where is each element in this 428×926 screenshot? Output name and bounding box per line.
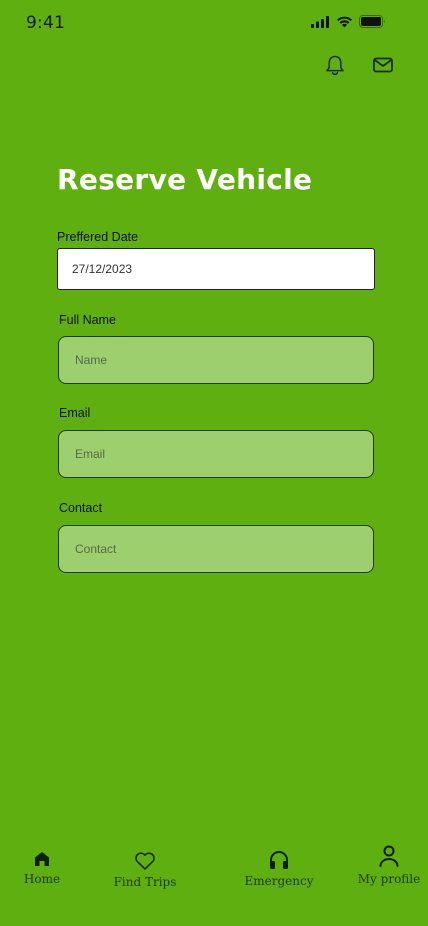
mail-icon[interactable] [372, 54, 394, 76]
home-icon [33, 846, 51, 868]
preferred-date-label: Preffered Date [57, 230, 139, 244]
nav-label-emergency: Emergency [244, 874, 314, 888]
preferred-date-input[interactable] [57, 248, 375, 290]
status-bar: 9:41 [0, 0, 428, 46]
user-icon [378, 844, 400, 868]
status-icons [311, 15, 386, 33]
nav-item-my-profile[interactable]: My profile [358, 844, 420, 886]
nav-item-home[interactable]: Home [20, 846, 64, 886]
signal-icon [311, 15, 330, 33]
contact-label: Contact [59, 501, 103, 515]
nav-label-find-trips: Find Trips [113, 875, 177, 889]
heart-icon [134, 849, 156, 871]
nav-label-home: Home [23, 872, 61, 886]
wifi-icon [336, 15, 353, 33]
battery-icon [359, 15, 386, 33]
headphones-icon [268, 848, 290, 870]
contact-input[interactable] [58, 525, 374, 573]
full-name-label: Full Name [59, 313, 116, 327]
nav-item-find-trips[interactable]: Find Trips [114, 849, 176, 889]
email-label: Email [59, 406, 91, 420]
bottom-nav: Home Find Trips Emergency My profile [0, 840, 428, 926]
nav-item-emergency[interactable]: Emergency [244, 848, 314, 888]
top-actions [324, 54, 394, 76]
status-time: 9:41 [26, 13, 65, 33]
full-name-input[interactable] [58, 336, 374, 384]
email-input[interactable] [58, 430, 374, 478]
nav-label-my-profile: My profile [357, 872, 421, 886]
page-title: Reserve Vehicle [57, 163, 313, 196]
notification-bell-icon[interactable] [324, 54, 346, 76]
